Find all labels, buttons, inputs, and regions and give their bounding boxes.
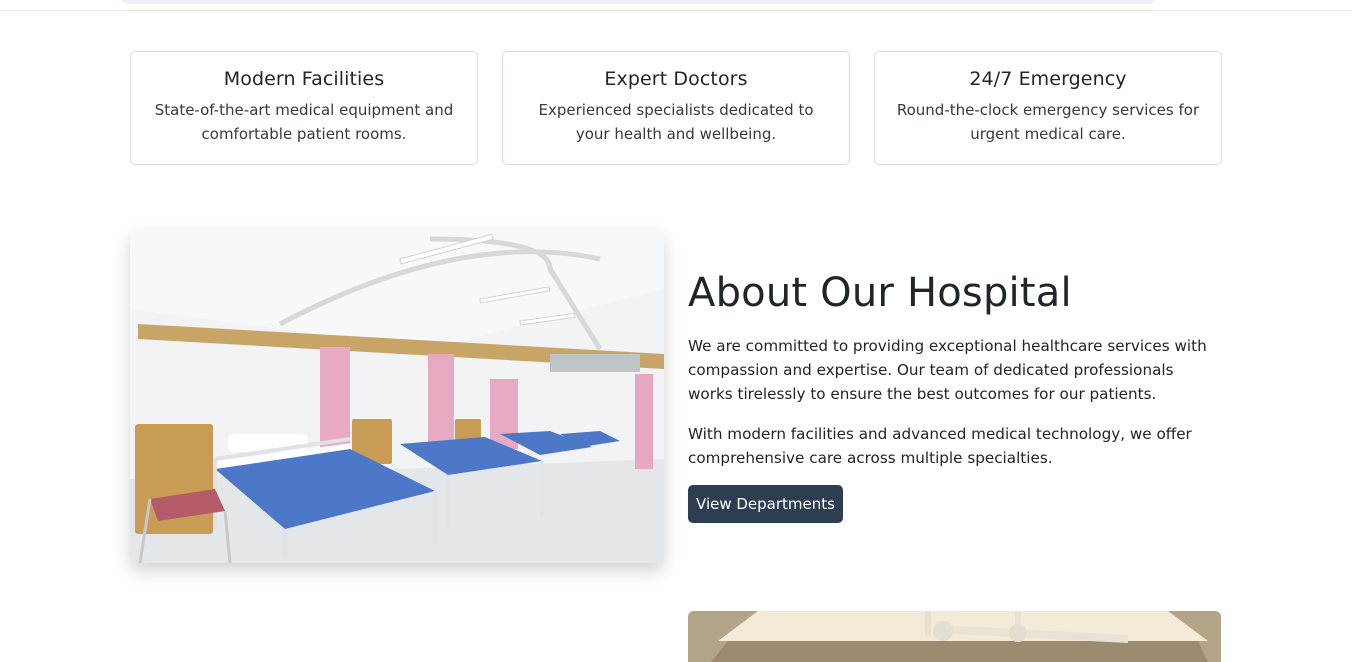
header-divider <box>0 10 1352 11</box>
feature-card-text: Experienced specialists dedicated to you… <box>538 101 814 143</box>
about-paragraph-2: With modern facilities and advanced medi… <box>688 425 1192 467</box>
search-bar-remnant <box>120 0 1156 4</box>
about-title: About Our Hospital <box>688 270 1072 316</box>
view-departments-button[interactable]: View Departments <box>688 485 843 523</box>
feature-card-expert-doctors: Expert Doctors Experienced specialists d… <box>502 51 850 165</box>
hospital-ward-image <box>130 229 664 563</box>
feature-card-modern-facilities: Modern Facilities State-of-the-art medic… <box>130 51 478 165</box>
feature-card-text: State-of-the-art medical equipment and c… <box>154 101 454 143</box>
page: Modern Facilities State-of-the-art medic… <box>0 0 1352 662</box>
feature-card-title: Expert Doctors <box>604 68 748 90</box>
feature-card-emergency: 24/7 Emergency Round-the-clock emergency… <box>874 51 1222 165</box>
feature-card-title: 24/7 Emergency <box>969 68 1127 90</box>
feature-card-text: Round-the-clock emergency services for u… <box>896 101 1200 143</box>
about-paragraph-1: We are committed to providing exceptiona… <box>688 337 1207 403</box>
feature-card-title: Modern Facilities <box>223 68 385 90</box>
operating-room-image <box>688 611 1221 662</box>
